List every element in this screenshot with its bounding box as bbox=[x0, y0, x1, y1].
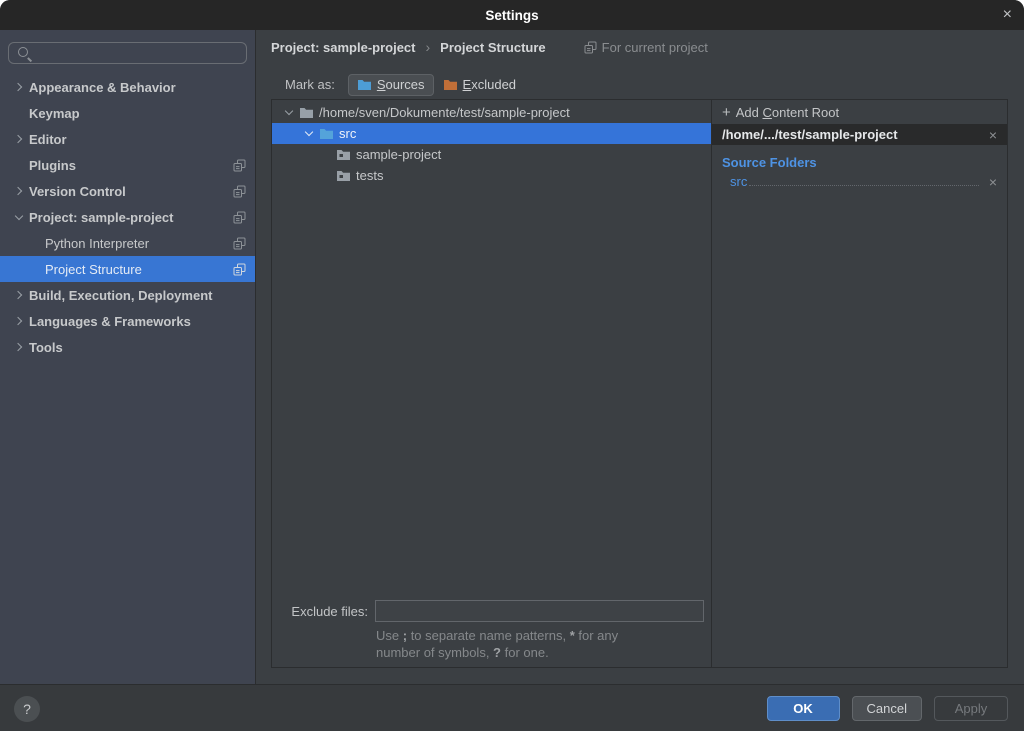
per-project-settings-icon bbox=[233, 263, 246, 276]
plus-icon: + bbox=[722, 104, 731, 121]
source-folder-icon bbox=[319, 127, 334, 140]
chevron-placeholder bbox=[10, 157, 27, 173]
search-icon bbox=[17, 46, 31, 60]
chevron-down-icon[interactable] bbox=[300, 126, 317, 142]
chevron-right-icon[interactable] bbox=[10, 313, 27, 329]
per-project-settings-icon bbox=[584, 41, 597, 54]
sidebar-item-tools[interactable]: Tools bbox=[0, 334, 255, 360]
dotted-leader bbox=[749, 185, 978, 186]
sidebar-item-project-structure[interactable]: Project Structure bbox=[0, 256, 255, 282]
folder-icon bbox=[336, 148, 351, 161]
project-structure-panel: /home/sven/Dokumente/test/sample-project… bbox=[271, 99, 1008, 668]
mark-as-toolbar: Mark as: Sources Excluded bbox=[256, 71, 524, 98]
sources-folder-icon bbox=[357, 78, 372, 91]
cancel-button[interactable]: Cancel bbox=[852, 696, 922, 721]
breadcrumb-project[interactable]: Project: sample-project bbox=[271, 40, 416, 55]
source-folder-name: src bbox=[730, 174, 747, 189]
search-box[interactable] bbox=[8, 42, 247, 64]
dialog-title: Settings bbox=[485, 8, 538, 23]
tree-item-root[interactable]: /home/sven/Dokumente/test/sample-project bbox=[272, 102, 711, 123]
ok-button[interactable]: OK bbox=[767, 696, 840, 721]
chevron-down-icon[interactable] bbox=[280, 105, 297, 121]
mark-sources-button[interactable]: Sources bbox=[348, 74, 434, 96]
sidebar-item-python-interpreter[interactable]: Python Interpreter bbox=[0, 230, 255, 256]
mark-excluded-button[interactable]: Excluded bbox=[437, 75, 524, 95]
exclude-files-section: Exclude files: Use ; to separate name pa… bbox=[272, 600, 711, 661]
exclude-files-label: Exclude files: bbox=[272, 604, 375, 619]
content-roots-panel: + Add Content Root /home/.../test/sample… bbox=[712, 100, 1007, 667]
exclude-files-input[interactable] bbox=[375, 600, 704, 622]
sidebar-item-version-control[interactable]: Version Control bbox=[0, 178, 255, 204]
remove-source-folder-icon[interactable]: × bbox=[983, 175, 997, 189]
close-icon[interactable]: × bbox=[1003, 4, 1012, 26]
dialog-footer: ? OK Cancel Apply bbox=[0, 684, 1024, 731]
chevron-right-icon[interactable] bbox=[10, 287, 27, 303]
chevron-down-icon[interactable] bbox=[10, 209, 27, 225]
tree-item-sample-project[interactable]: sample-project bbox=[272, 144, 711, 165]
per-project-settings-icon bbox=[233, 237, 246, 250]
content-root-tree: /home/sven/Dokumente/test/sample-project… bbox=[272, 100, 712, 667]
chevron-right-icon[interactable] bbox=[10, 79, 27, 95]
settings-sidebar: Appearance & Behavior Keymap Editor Plug… bbox=[0, 30, 256, 684]
breadcrumb-separator-icon: › bbox=[426, 39, 431, 55]
exclude-files-help: Use ; to separate name patterns, * for a… bbox=[376, 628, 711, 661]
folder-icon bbox=[336, 169, 351, 182]
content-root-path: /home/.../test/sample-project bbox=[722, 127, 898, 142]
sidebar-item-editor[interactable]: Editor bbox=[0, 126, 255, 152]
settings-nav: Appearance & Behavior Keymap Editor Plug… bbox=[0, 74, 255, 360]
add-content-root-button[interactable]: + Add Content Root bbox=[712, 100, 1007, 124]
content-root-row[interactable]: /home/.../test/sample-project × bbox=[712, 124, 1007, 145]
titlebar: Settings × bbox=[0, 0, 1024, 30]
tree-item-src[interactable]: src bbox=[272, 123, 711, 144]
breadcrumb: Project: sample-project › Project Struct… bbox=[256, 30, 708, 64]
apply-button[interactable]: Apply bbox=[934, 696, 1008, 721]
settings-dialog: Settings × Appearance & Behavior Keymap … bbox=[0, 0, 1024, 731]
scope-label: For current project bbox=[602, 40, 708, 55]
per-project-settings-icon bbox=[233, 211, 246, 224]
sidebar-item-plugins[interactable]: Plugins bbox=[0, 152, 255, 178]
chevron-placeholder bbox=[10, 105, 27, 121]
sidebar-item-project-sample-project[interactable]: Project: sample-project bbox=[0, 204, 255, 230]
chevron-right-icon[interactable] bbox=[10, 339, 27, 355]
chevron-placeholder bbox=[26, 261, 43, 277]
tree-item-tests[interactable]: tests bbox=[272, 165, 711, 186]
breadcrumb-page: Project Structure bbox=[440, 40, 545, 55]
sidebar-item-appearance-behavior[interactable]: Appearance & Behavior bbox=[0, 74, 255, 100]
source-folder-row[interactable]: src × bbox=[730, 174, 997, 189]
per-project-settings-icon bbox=[233, 185, 246, 198]
remove-content-root-icon[interactable]: × bbox=[983, 128, 997, 142]
per-project-settings-icon bbox=[233, 159, 246, 172]
excluded-folder-icon bbox=[443, 78, 458, 91]
scope-indicator: For current project bbox=[584, 40, 708, 55]
chevron-placeholder bbox=[26, 235, 43, 251]
chevron-right-icon[interactable] bbox=[10, 183, 27, 199]
search-input[interactable] bbox=[37, 46, 240, 61]
help-button[interactable]: ? bbox=[14, 696, 40, 722]
folder-icon bbox=[299, 106, 314, 119]
mark-as-label: Mark as: bbox=[285, 77, 335, 92]
chevron-right-icon[interactable] bbox=[10, 131, 27, 147]
sidebar-item-languages-frameworks[interactable]: Languages & Frameworks bbox=[0, 308, 255, 334]
source-folders-title: Source Folders bbox=[722, 155, 1007, 170]
sidebar-item-keymap[interactable]: Keymap bbox=[0, 100, 255, 126]
sidebar-item-build-execution-deployment[interactable]: Build, Execution, Deployment bbox=[0, 282, 255, 308]
